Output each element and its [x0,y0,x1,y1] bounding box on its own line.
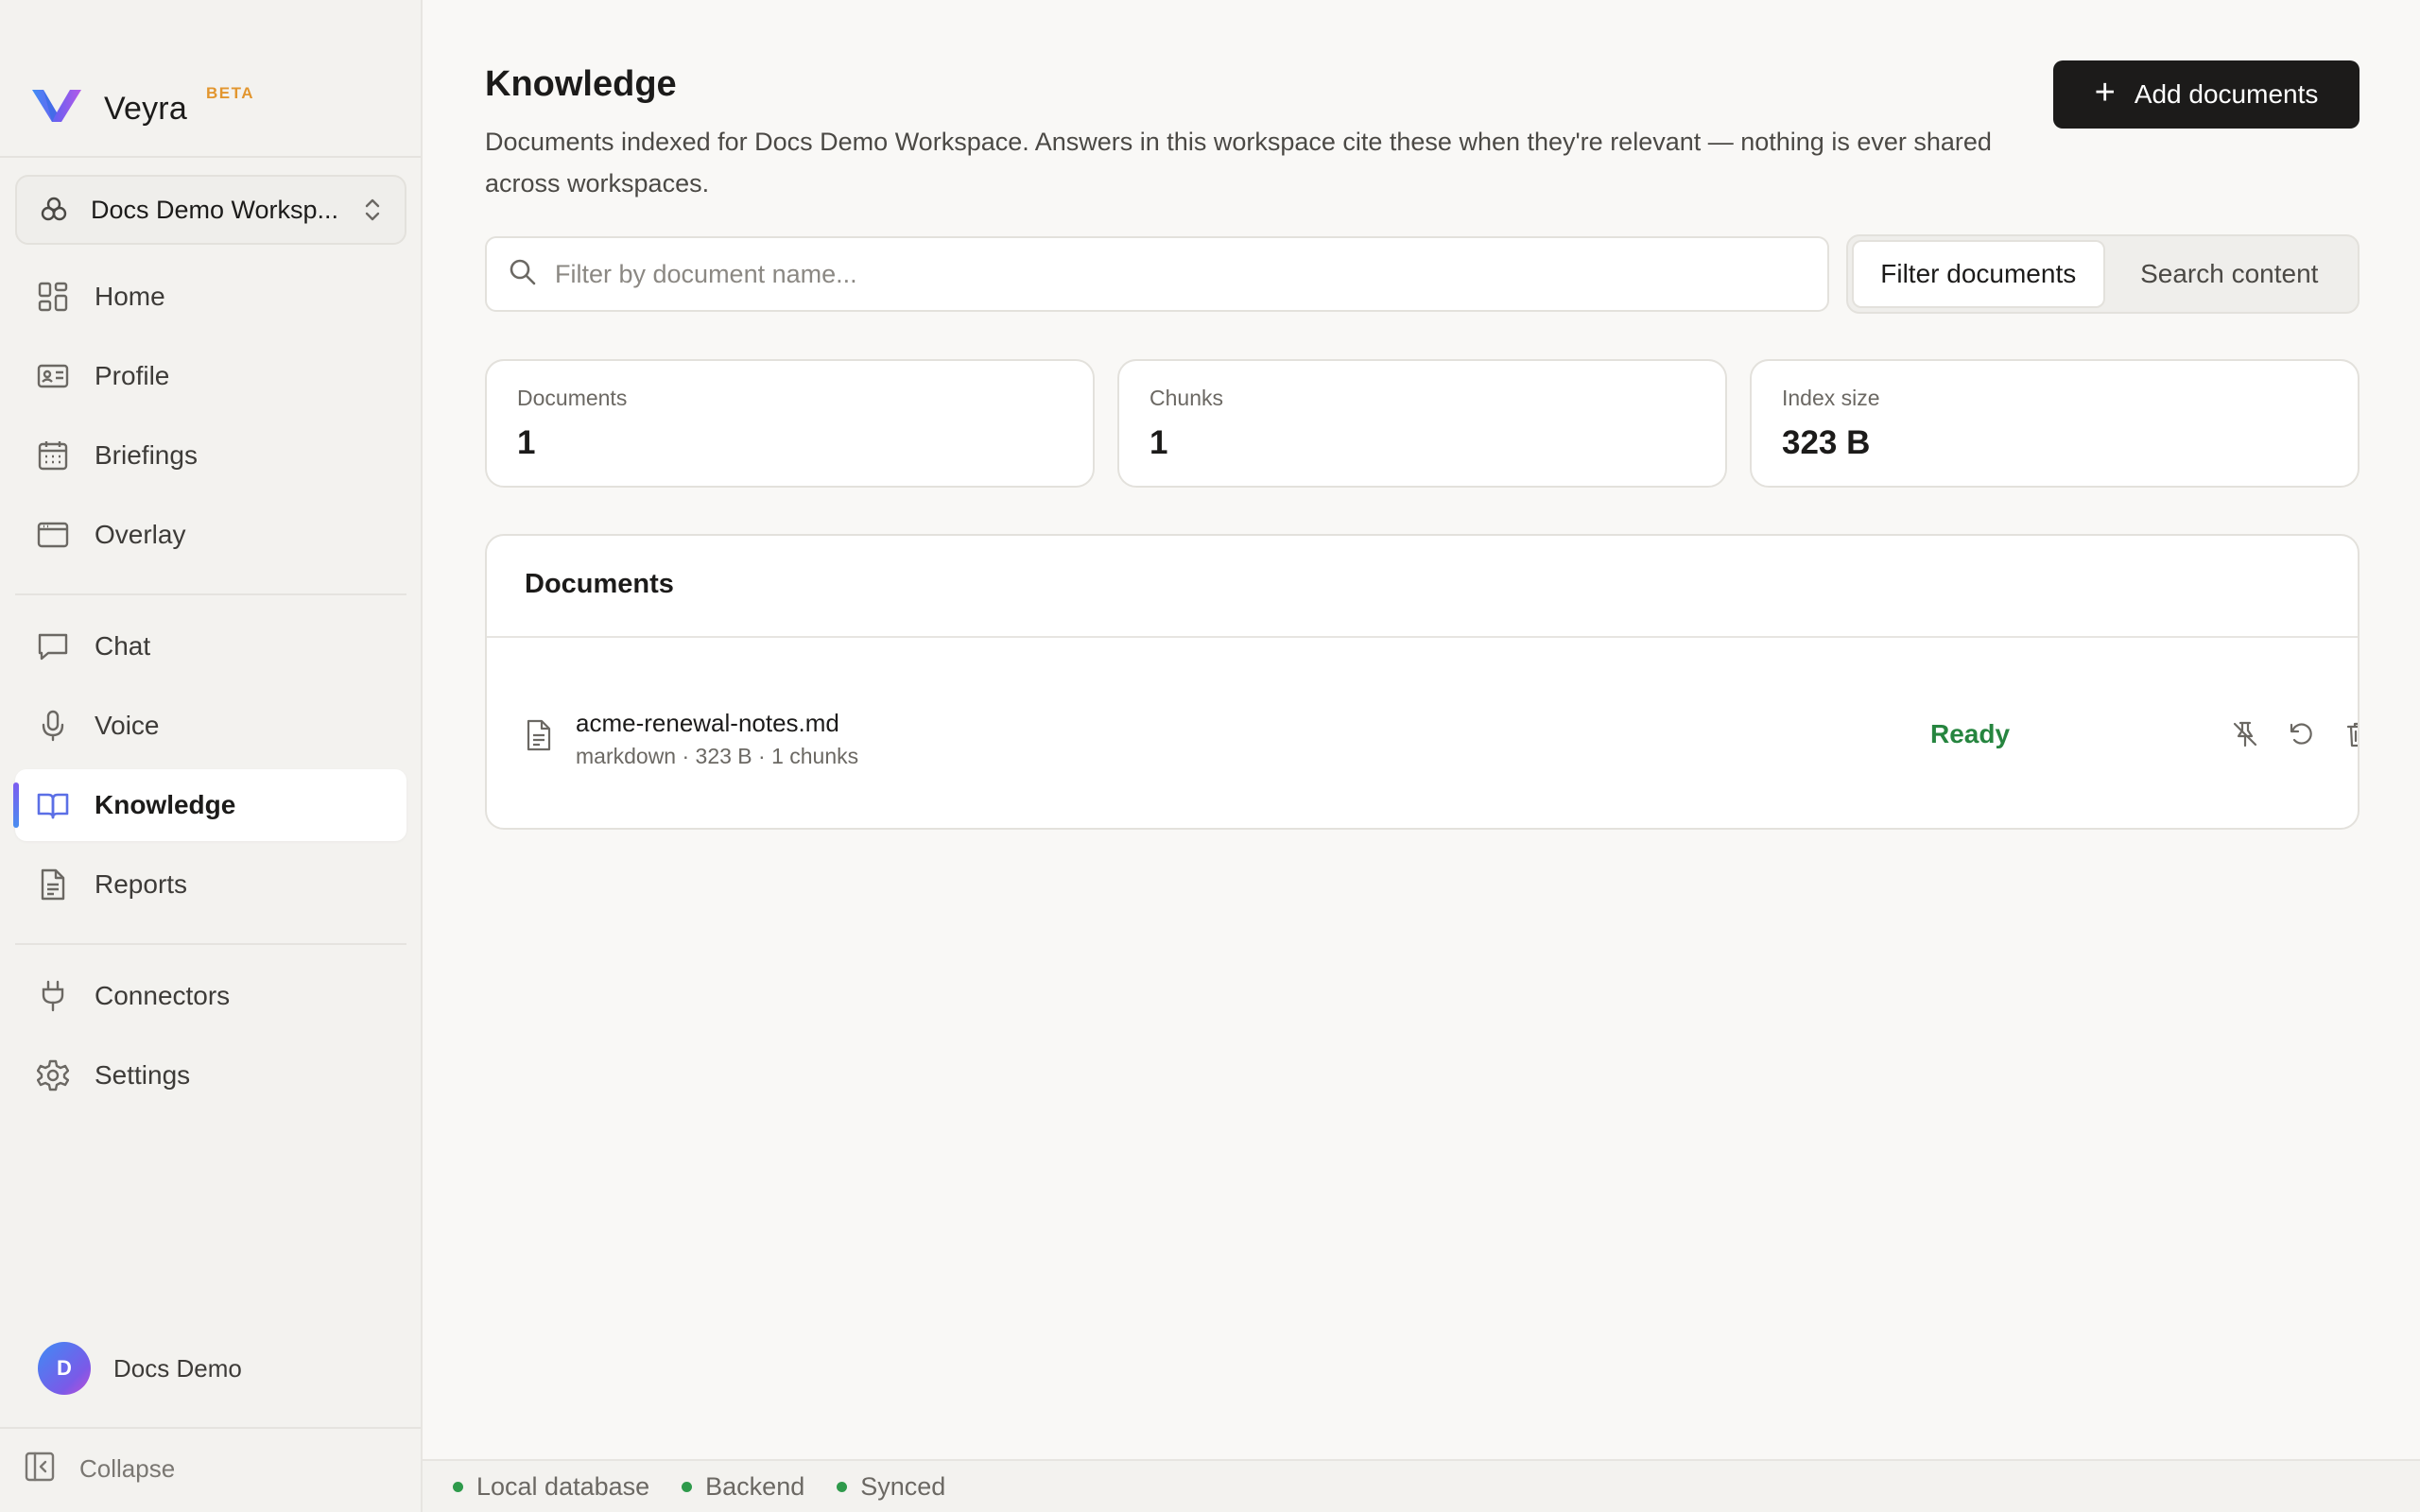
documents-panel: Documents acme-renewal-notes.md markdown… [485,534,2360,830]
workspace-name: Docs Demo Worksp... [91,195,339,224]
book-icon [36,788,70,822]
sidebar-item-label: Overlay [95,520,186,549]
sidebar-item-chat[interactable]: Chat [15,610,406,682]
user-menu[interactable]: D Docs Demo [38,1342,242,1395]
veyra-logo-icon [30,86,83,124]
stat-value: 1 [1150,424,1168,461]
grid-icon [36,280,70,314]
document-name[interactable]: acme-renewal-notes.md [576,709,839,738]
sidebar-item-label: Chat [95,631,151,661]
page-description: Documents indexed for Docs Demo Workspac… [485,128,1992,198]
document-icon [525,719,553,756]
plug-icon [36,979,70,1013]
sidebar-item-label: Profile [95,361,170,390]
status-synced: Synced [837,1472,945,1502]
search-input[interactable] [555,259,1784,289]
sidebar-item-label: Settings [95,1060,191,1090]
sidebar: Veyra BETA Docs Demo Worksp... Home Prof… [0,0,423,1512]
sidebar-item-settings[interactable]: Settings [15,1040,406,1111]
sidebar-item-voice[interactable]: Voice [15,690,406,762]
sidebar-item-briefings[interactable]: Briefings [15,420,406,491]
stat-card-documents: Documents 1 [485,359,1095,488]
calendar-icon [36,438,70,472]
microphone-icon [36,709,70,743]
sidebar-divider [0,1427,421,1429]
collapse-label: Collapse [79,1454,176,1483]
workspace-icon [38,194,70,226]
add-documents-label: Add documents [2134,79,2319,109]
beta-badge: BETA [205,84,254,102]
stat-value: 1 [517,424,536,461]
document-filter-field[interactable] [485,236,1829,312]
delete-button[interactable] [2340,715,2358,753]
sidebar-divider [15,593,406,595]
documents-panel-title: Documents [525,569,674,599]
chevron-up-down-icon [361,196,384,224]
sidebar-item-connectors[interactable]: Connectors [15,960,406,1032]
stat-label: Documents [517,386,628,410]
file-text-icon [36,868,70,902]
page-title: Knowledge [485,64,677,104]
sidebar-divider [0,156,421,158]
stat-card-index-size: Index size 323 B [1750,359,2360,488]
user-name: Docs Demo [113,1353,242,1383]
document-meta: markdown · 323 B · 1 chunks [576,744,859,768]
stat-label: Index size [1782,386,1880,410]
main-content: Knowledge Documents indexed for Docs Dem… [423,0,2420,1459]
chat-icon [36,629,70,663]
unpin-button[interactable] [2226,715,2264,753]
add-documents-button[interactable]: + Add documents [2053,60,2360,129]
avatar: D [38,1342,91,1395]
filter-documents-tab[interactable]: Filter documents [1852,240,2105,308]
status-local-database: Local database [453,1472,649,1502]
brand[interactable]: Veyra BETA [30,81,254,129]
sidebar-item-reports[interactable]: Reports [15,849,406,920]
gear-icon [36,1058,70,1092]
status-label: Synced [860,1471,946,1501]
sidebar-item-home[interactable]: Home [15,261,406,333]
sidebar-item-profile[interactable]: Profile [15,340,406,412]
sidebar-item-label: Home [95,282,165,311]
reindex-button[interactable] [2283,715,2321,753]
status-bar: Local database Backend Synced [423,1459,2420,1512]
sidebar-item-label: Voice [95,711,160,740]
sidebar-item-knowledge[interactable]: Knowledge [13,769,406,841]
sidebar-divider [15,943,406,945]
sidebar-item-label: Reports [95,869,188,899]
plus-icon: + [2094,73,2116,112]
brand-name: Veyra [104,90,187,127]
status-backend: Backend [682,1472,804,1502]
stat-card-chunks: Chunks 1 [1117,359,1727,488]
workspace-switcher[interactable]: Docs Demo Worksp... [15,175,406,245]
table-row[interactable]: acme-renewal-notes.md markdown · 323 B ·… [487,638,2358,828]
status-badge: Ready [1930,719,2011,748]
sidebar-item-overlay[interactable]: Overlay [15,499,406,571]
status-label: Backend [705,1471,805,1501]
stat-value: 323 B [1782,424,1871,461]
status-dot [453,1481,463,1492]
search-icon [508,257,538,292]
collapse-sidebar-button[interactable]: Collapse [25,1452,175,1486]
search-content-tab[interactable]: Search content [2105,240,2355,308]
sidebar-item-label: Connectors [95,981,231,1010]
status-dot [682,1481,693,1492]
stat-label: Chunks [1150,386,1223,410]
sidebar-collapse-icon [25,1452,55,1486]
status-dot [837,1481,848,1492]
id-card-icon [36,359,70,393]
active-indicator [13,782,19,828]
search-mode-toggle: Filter documents Search content [1846,234,2360,314]
sidebar-item-label: Knowledge [95,790,236,819]
sidebar-item-label: Briefings [95,440,198,470]
window-icon [36,518,70,552]
status-label: Local database [476,1471,650,1501]
